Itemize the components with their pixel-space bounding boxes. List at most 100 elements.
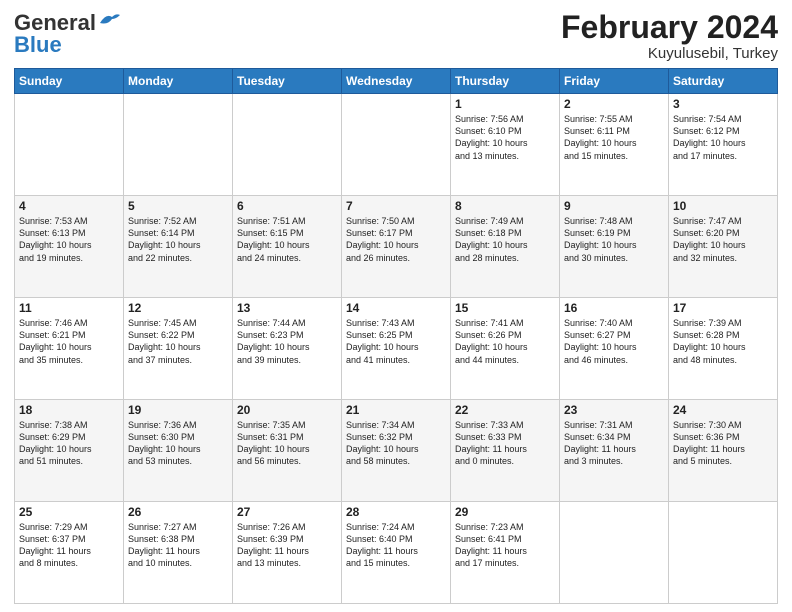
calendar-subtitle: Kuyulusebil, Turkey <box>561 45 778 62</box>
day-number: 26 <box>128 505 228 519</box>
table-row: 6 Sunrise: 7:51 AM Sunset: 6:15 PM Daylig… <box>233 196 342 298</box>
table-row: 29Sunrise: 7:23 AM Sunset: 6:41 PM Dayli… <box>451 502 560 604</box>
table-row: 18 Sunrise: 7:38 AM Sunset: 6:29 PM Dayli… <box>15 400 124 502</box>
table-row <box>342 94 451 196</box>
day-info: Sunrise: 7:24 AM Sunset: 6:40 PM Dayligh… <box>346 521 446 570</box>
page: General Blue February 2024 Kuyulusebil, … <box>0 0 792 612</box>
day-info: Sunrise: 7:47 AM Sunset: 6:20 PM Dayligh… <box>673 215 773 264</box>
day-number: 2 <box>564 97 664 111</box>
day-info: Sunrise: 7:41 AM Sunset: 6:26 PM Dayligh… <box>455 317 555 366</box>
day-info: Sunrise: 7:45 AM Sunset: 6:22 PM Dayligh… <box>128 317 228 366</box>
table-row: 22Sunrise: 7:33 AM Sunset: 6:33 PM Dayli… <box>451 400 560 502</box>
day-number: 28 <box>346 505 446 519</box>
day-number: 4 <box>19 199 119 213</box>
day-info: Sunrise: 7:31 AM Sunset: 6:34 PM Dayligh… <box>564 419 664 468</box>
day-info: Sunrise: 7:53 AM Sunset: 6:13 PM Dayligh… <box>19 215 119 264</box>
calendar-week-row: 11 Sunrise: 7:46 AM Sunset: 6:21 PM Dayli… <box>15 298 778 400</box>
title-block: February 2024 Kuyulusebil, Turkey <box>561 10 778 62</box>
day-info: Sunrise: 7:39 AM Sunset: 6:28 PM Dayligh… <box>673 317 773 366</box>
col-thursday: Thursday <box>451 69 560 94</box>
day-number: 17 <box>673 301 773 315</box>
day-info: Sunrise: 7:40 AM Sunset: 6:27 PM Dayligh… <box>564 317 664 366</box>
table-row: 19 Sunrise: 7:36 AM Sunset: 6:30 PM Dayli… <box>124 400 233 502</box>
day-info: Sunrise: 7:34 AM Sunset: 6:32 PM Dayligh… <box>346 419 446 468</box>
day-number: 11 <box>19 301 119 315</box>
day-number: 14 <box>346 301 446 315</box>
day-info: Sunrise: 7:33 AM Sunset: 6:33 PM Dayligh… <box>455 419 555 468</box>
col-tuesday: Tuesday <box>233 69 342 94</box>
day-info: Sunrise: 7:38 AM Sunset: 6:29 PM Dayligh… <box>19 419 119 468</box>
table-row: 10 Sunrise: 7:47 AM Sunset: 6:20 PM Dayli… <box>669 196 778 298</box>
table-row: 23 Sunrise: 7:31 AM Sunset: 6:34 PM Dayli… <box>560 400 669 502</box>
table-row <box>233 94 342 196</box>
logo: General Blue <box>14 10 120 58</box>
table-row: 27 Sunrise: 7:26 AM Sunset: 6:39 PM Dayli… <box>233 502 342 604</box>
calendar-week-row: 1Sunrise: 7:56 AM Sunset: 6:10 PM Daylig… <box>15 94 778 196</box>
day-number: 19 <box>128 403 228 417</box>
calendar-week-row: 4 Sunrise: 7:53 AM Sunset: 6:13 PM Daylig… <box>15 196 778 298</box>
col-wednesday: Wednesday <box>342 69 451 94</box>
day-info: Sunrise: 7:56 AM Sunset: 6:10 PM Dayligh… <box>455 113 555 162</box>
day-info: Sunrise: 7:52 AM Sunset: 6:14 PM Dayligh… <box>128 215 228 264</box>
day-number: 24 <box>673 403 773 417</box>
table-row: 12 Sunrise: 7:45 AM Sunset: 6:22 PM Dayli… <box>124 298 233 400</box>
table-row <box>15 94 124 196</box>
day-number: 10 <box>673 199 773 213</box>
table-row: 24 Sunrise: 7:30 AM Sunset: 6:36 PM Dayli… <box>669 400 778 502</box>
day-info: Sunrise: 7:30 AM Sunset: 6:36 PM Dayligh… <box>673 419 773 468</box>
day-info: Sunrise: 7:54 AM Sunset: 6:12 PM Dayligh… <box>673 113 773 162</box>
table-row: 16 Sunrise: 7:40 AM Sunset: 6:27 PM Dayli… <box>560 298 669 400</box>
table-row: 13Sunrise: 7:44 AM Sunset: 6:23 PM Dayli… <box>233 298 342 400</box>
table-row: 2 Sunrise: 7:55 AM Sunset: 6:11 PM Daylig… <box>560 94 669 196</box>
day-number: 3 <box>673 97 773 111</box>
col-sunday: Sunday <box>15 69 124 94</box>
day-number: 23 <box>564 403 664 417</box>
day-number: 25 <box>19 505 119 519</box>
day-number: 6 <box>237 199 337 213</box>
day-number: 18 <box>19 403 119 417</box>
table-row: 21 Sunrise: 7:34 AM Sunset: 6:32 PM Dayli… <box>342 400 451 502</box>
day-info: Sunrise: 7:23 AM Sunset: 6:41 PM Dayligh… <box>455 521 555 570</box>
table-row: 8Sunrise: 7:49 AM Sunset: 6:18 PM Daylig… <box>451 196 560 298</box>
logo-blue-text: Blue <box>14 32 62 58</box>
table-row <box>669 502 778 604</box>
logo-bird-icon <box>98 11 120 31</box>
day-info: Sunrise: 7:26 AM Sunset: 6:39 PM Dayligh… <box>237 521 337 570</box>
table-row: 26 Sunrise: 7:27 AM Sunset: 6:38 PM Dayli… <box>124 502 233 604</box>
day-number: 20 <box>237 403 337 417</box>
day-number: 7 <box>346 199 446 213</box>
day-number: 21 <box>346 403 446 417</box>
table-row <box>560 502 669 604</box>
day-info: Sunrise: 7:50 AM Sunset: 6:17 PM Dayligh… <box>346 215 446 264</box>
table-row: 1Sunrise: 7:56 AM Sunset: 6:10 PM Daylig… <box>451 94 560 196</box>
day-number: 27 <box>237 505 337 519</box>
calendar-week-row: 18 Sunrise: 7:38 AM Sunset: 6:29 PM Dayli… <box>15 400 778 502</box>
day-number: 16 <box>564 301 664 315</box>
table-row: 17 Sunrise: 7:39 AM Sunset: 6:28 PM Dayli… <box>669 298 778 400</box>
table-row: 25 Sunrise: 7:29 AM Sunset: 6:37 PM Dayli… <box>15 502 124 604</box>
day-info: Sunrise: 7:35 AM Sunset: 6:31 PM Dayligh… <box>237 419 337 468</box>
day-info: Sunrise: 7:55 AM Sunset: 6:11 PM Dayligh… <box>564 113 664 162</box>
day-info: Sunrise: 7:48 AM Sunset: 6:19 PM Dayligh… <box>564 215 664 264</box>
table-row: 15Sunrise: 7:41 AM Sunset: 6:26 PM Dayli… <box>451 298 560 400</box>
calendar-title: February 2024 <box>561 10 778 45</box>
day-info: Sunrise: 7:36 AM Sunset: 6:30 PM Dayligh… <box>128 419 228 468</box>
day-info: Sunrise: 7:51 AM Sunset: 6:15 PM Dayligh… <box>237 215 337 264</box>
day-info: Sunrise: 7:43 AM Sunset: 6:25 PM Dayligh… <box>346 317 446 366</box>
header: General Blue February 2024 Kuyulusebil, … <box>14 10 778 62</box>
day-info: Sunrise: 7:27 AM Sunset: 6:38 PM Dayligh… <box>128 521 228 570</box>
col-monday: Monday <box>124 69 233 94</box>
day-info: Sunrise: 7:29 AM Sunset: 6:37 PM Dayligh… <box>19 521 119 570</box>
day-info: Sunrise: 7:49 AM Sunset: 6:18 PM Dayligh… <box>455 215 555 264</box>
calendar-table: Sunday Monday Tuesday Wednesday Thursday… <box>14 68 778 604</box>
table-row: 9 Sunrise: 7:48 AM Sunset: 6:19 PM Daylig… <box>560 196 669 298</box>
day-number: 13 <box>237 301 337 315</box>
day-number: 5 <box>128 199 228 213</box>
table-row: 14 Sunrise: 7:43 AM Sunset: 6:25 PM Dayli… <box>342 298 451 400</box>
col-saturday: Saturday <box>669 69 778 94</box>
day-number: 12 <box>128 301 228 315</box>
table-row: 4 Sunrise: 7:53 AM Sunset: 6:13 PM Daylig… <box>15 196 124 298</box>
table-row: 20 Sunrise: 7:35 AM Sunset: 6:31 PM Dayli… <box>233 400 342 502</box>
day-info: Sunrise: 7:46 AM Sunset: 6:21 PM Dayligh… <box>19 317 119 366</box>
day-number: 9 <box>564 199 664 213</box>
